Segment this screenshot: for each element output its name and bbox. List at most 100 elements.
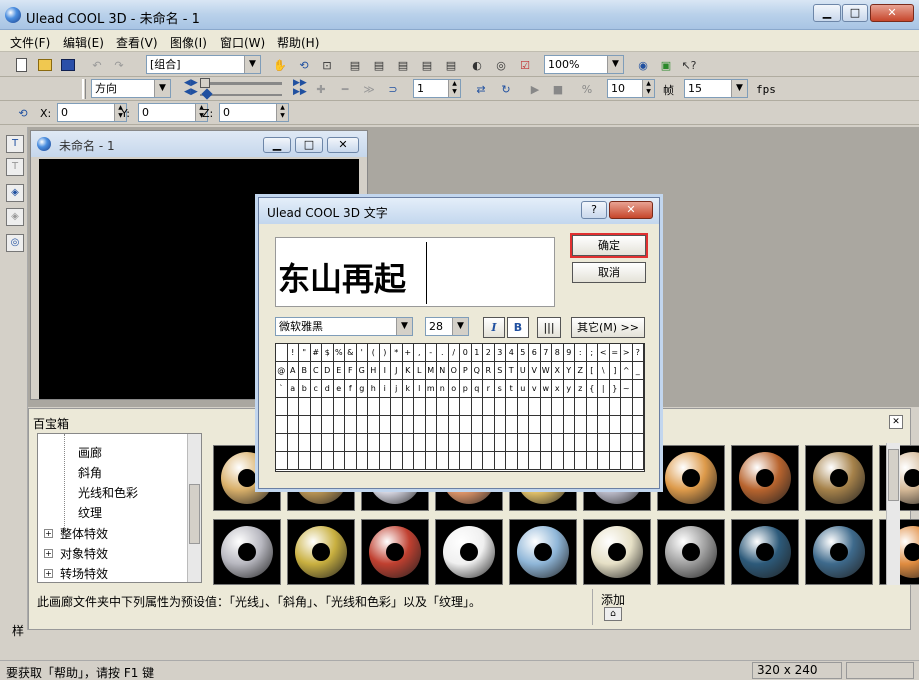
- effect-thumbnail[interactable]: [583, 519, 651, 585]
- char-cell[interactable]: M: [425, 362, 437, 380]
- char-cell[interactable]: [575, 416, 587, 434]
- char-cell[interactable]: F: [345, 362, 357, 380]
- menu-window[interactable]: 窗口(W): [220, 34, 265, 51]
- char-cell[interactable]: [: [586, 362, 598, 380]
- char-cell[interactable]: [299, 416, 311, 434]
- tree-item-gallery[interactable]: 画廊: [78, 444, 102, 461]
- ok-button[interactable]: 确定: [570, 233, 648, 258]
- export-icon[interactable]: ▣: [657, 56, 675, 74]
- char-cell[interactable]: [540, 398, 552, 416]
- char-cell[interactable]: _: [632, 362, 644, 380]
- char-cell[interactable]: [333, 434, 345, 452]
- char-cell[interactable]: `: [276, 380, 288, 398]
- char-cell[interactable]: [632, 380, 644, 398]
- char-cell[interactable]: [379, 416, 391, 434]
- char-cell[interactable]: =: [609, 344, 621, 362]
- char-cell[interactable]: -: [425, 344, 437, 362]
- char-cell[interactable]: ,: [414, 344, 426, 362]
- char-cell[interactable]: ;: [586, 344, 598, 362]
- text-input-area[interactable]: 东山再起: [275, 237, 555, 307]
- char-cell[interactable]: [368, 416, 380, 434]
- char-cell[interactable]: [563, 416, 575, 434]
- char-cell[interactable]: /: [448, 344, 460, 362]
- char-cell[interactable]: [276, 344, 288, 362]
- open-folder-icon[interactable]: [36, 56, 54, 74]
- play-icon[interactable]: ▶: [526, 80, 544, 98]
- char-cell[interactable]: [368, 452, 380, 470]
- char-cell[interactable]: [586, 452, 598, 470]
- char-cell[interactable]: [563, 398, 575, 416]
- char-cell[interactable]: [287, 434, 299, 452]
- char-cell[interactable]: [598, 452, 610, 470]
- char-cell[interactable]: *: [391, 344, 403, 362]
- char-cell[interactable]: [540, 416, 552, 434]
- char-cell[interactable]: [448, 434, 460, 452]
- char-cell[interactable]: [609, 434, 621, 452]
- redo-icon[interactable]: ↷: [110, 56, 128, 74]
- char-cell[interactable]: }: [609, 380, 621, 398]
- char-cell[interactable]: [333, 416, 345, 434]
- char-cell[interactable]: h: [368, 380, 380, 398]
- zoom-combo[interactable]: 100% ▼: [544, 55, 624, 74]
- char-cell[interactable]: i: [379, 380, 391, 398]
- camera-view-1-icon[interactable]: ▤: [346, 56, 364, 74]
- char-cell[interactable]: [310, 398, 322, 416]
- char-cell[interactable]: [391, 398, 403, 416]
- char-cell[interactable]: [586, 434, 598, 452]
- char-cell[interactable]: [506, 434, 518, 452]
- menu-help[interactable]: 帮助(H): [277, 34, 319, 51]
- char-cell[interactable]: 5: [517, 344, 529, 362]
- panel-close-icon[interactable]: ✕: [889, 415, 903, 429]
- char-cell[interactable]: [598, 434, 610, 452]
- char-cell[interactable]: [552, 434, 564, 452]
- char-cell[interactable]: U: [517, 362, 529, 380]
- document-close-button[interactable]: ✕: [327, 137, 359, 153]
- char-cell[interactable]: !: [287, 344, 299, 362]
- char-cell[interactable]: [529, 416, 541, 434]
- cancel-button[interactable]: 取消: [572, 262, 646, 283]
- char-cell[interactable]: N: [437, 362, 449, 380]
- char-cell[interactable]: [517, 416, 529, 434]
- thumbnail-scroll-thumb[interactable]: [888, 449, 899, 501]
- char-cell[interactable]: [483, 416, 495, 434]
- char-cell[interactable]: .: [437, 344, 449, 362]
- char-cell[interactable]: [322, 398, 334, 416]
- char-cell[interactable]: T: [506, 362, 518, 380]
- char-cell[interactable]: P: [460, 362, 472, 380]
- refresh-icon[interactable]: ↻: [497, 80, 515, 98]
- loop-icon[interactable]: ⊃: [384, 80, 402, 98]
- object-group-combo[interactable]: [组合] ▼: [146, 55, 261, 74]
- x-field[interactable]: 0 ▲ ▼: [57, 103, 127, 122]
- char-cell[interactable]: K: [402, 362, 414, 380]
- char-cell[interactable]: [276, 398, 288, 416]
- char-cell[interactable]: [563, 434, 575, 452]
- char-cell[interactable]: [529, 452, 541, 470]
- char-cell[interactable]: [276, 452, 288, 470]
- char-cell[interactable]: n: [437, 380, 449, 398]
- char-cell[interactable]: [471, 434, 483, 452]
- char-cell[interactable]: #: [310, 344, 322, 362]
- tree-item-bevel[interactable]: 斜角: [78, 464, 102, 481]
- spinner-icon[interactable]: ▲ ▼: [276, 104, 288, 121]
- char-cell[interactable]: [563, 452, 575, 470]
- char-cell[interactable]: [586, 416, 598, 434]
- char-cell[interactable]: [621, 434, 633, 452]
- tree-scroll-thumb[interactable]: [189, 484, 200, 544]
- char-cell[interactable]: [299, 434, 311, 452]
- effect-thumbnail[interactable]: [435, 519, 503, 585]
- char-cell[interactable]: &: [345, 344, 357, 362]
- rotate-tool-icon[interactable]: ⟲: [295, 56, 313, 74]
- frame-number-field[interactable]: 1 ▲ ▼: [413, 79, 461, 98]
- char-cell[interactable]: [552, 398, 564, 416]
- char-cell[interactable]: [609, 398, 621, 416]
- char-cell[interactable]: [356, 452, 368, 470]
- char-cell[interactable]: [540, 452, 552, 470]
- char-cell[interactable]: 2: [483, 344, 495, 362]
- char-cell[interactable]: [345, 434, 357, 452]
- render-icon[interactable]: ◉: [634, 56, 652, 74]
- char-cell[interactable]: c: [310, 380, 322, 398]
- char-cell[interactable]: {: [586, 380, 598, 398]
- char-cell[interactable]: [540, 434, 552, 452]
- char-cell[interactable]: [632, 452, 644, 470]
- position-tool-icon[interactable]: ⟲: [14, 104, 32, 122]
